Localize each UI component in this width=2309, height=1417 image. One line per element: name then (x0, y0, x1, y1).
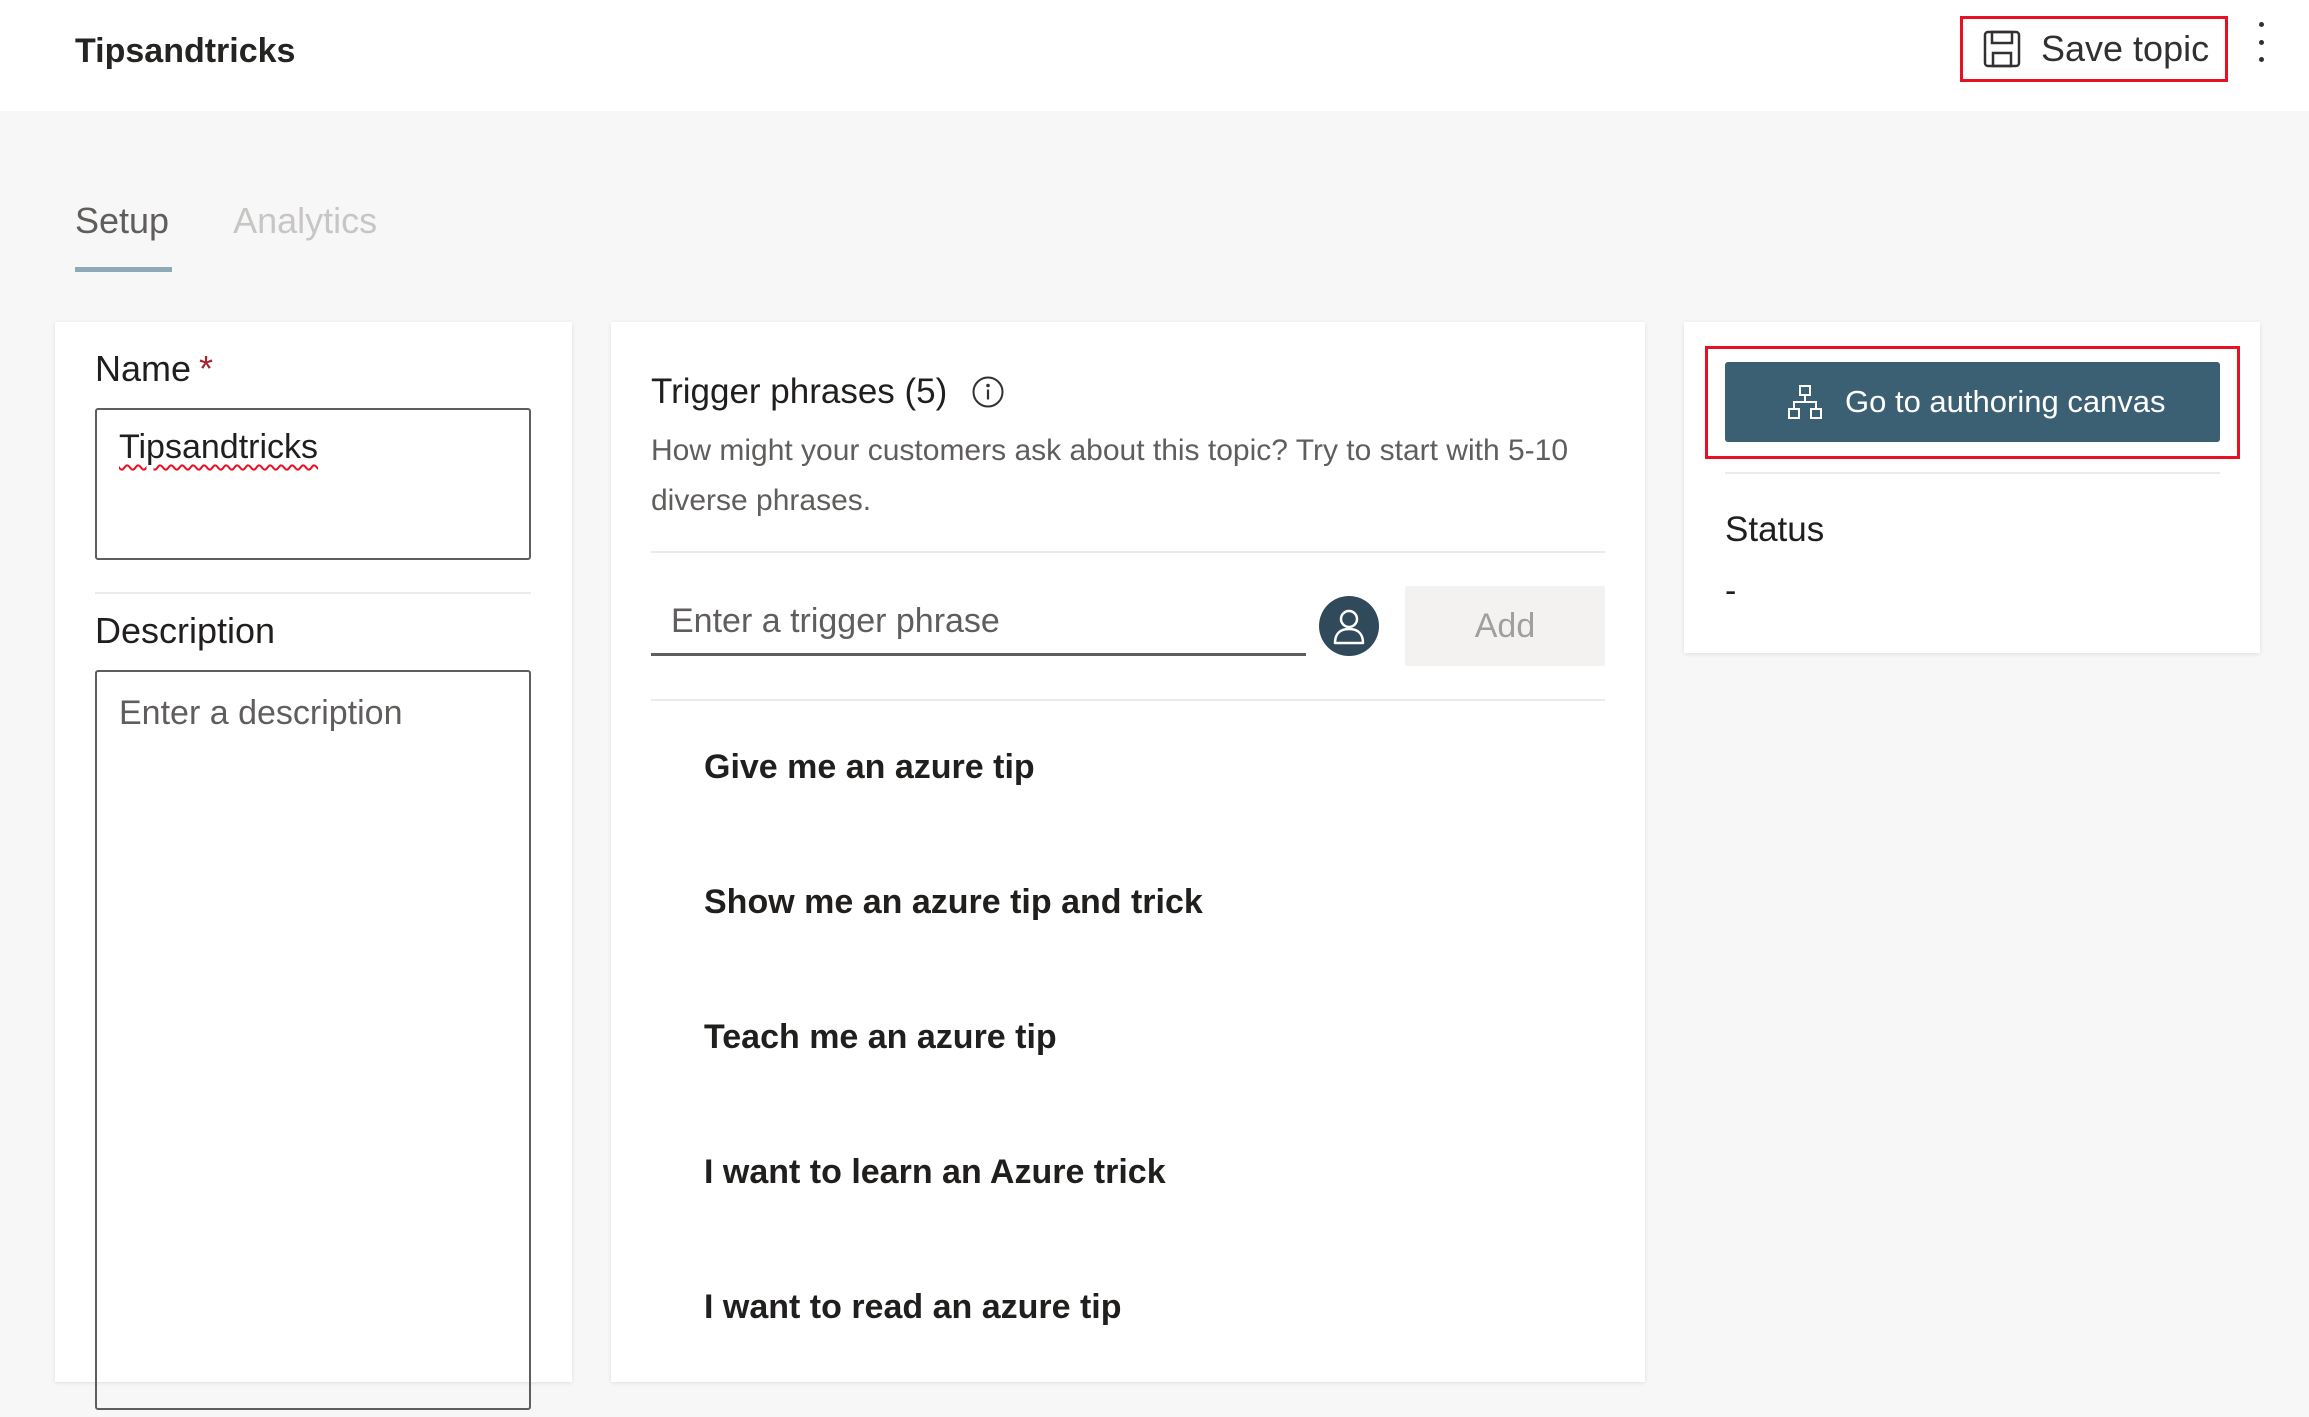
trigger-phrase-item[interactable]: I want to read an azure tip (704, 1282, 1203, 1417)
more-options-icon[interactable] (2250, 22, 2272, 62)
info-icon[interactable] (971, 375, 1005, 409)
top-bar: Tipsandtricks Save topic (0, 0, 2309, 111)
tab-analytics[interactable]: Analytics (233, 200, 377, 272)
topic-title: Tipsandtricks (75, 32, 296, 70)
description-placeholder: Enter a description (119, 694, 403, 732)
trigger-phrase-input[interactable] (651, 590, 1306, 656)
name-field[interactable]: Tipsandtricks (95, 408, 531, 560)
trigger-phrase-list: Give me an azure tip Show me an azure ti… (704, 742, 1203, 1417)
divider (95, 592, 531, 594)
user-avatar-icon[interactable] (1319, 596, 1379, 656)
required-marker: * (199, 348, 214, 389)
status-label: Status (1725, 510, 1825, 549)
topic-details-card: Name * Tipsandtricks Description Enter a … (55, 322, 572, 1410)
trigger-phrases-card: Trigger phrases (5) How might your custo… (611, 322, 1645, 1382)
trigger-phrase-item[interactable]: Teach me an azure tip (704, 1012, 1203, 1147)
go-to-authoring-canvas-button[interactable]: Go to authoring canvas (1725, 362, 2220, 442)
org-chart-icon (1788, 385, 1822, 419)
divider (651, 551, 1605, 553)
save-icon (1983, 30, 2021, 68)
trigger-phrase-item[interactable]: Show me an azure tip and trick (704, 877, 1203, 1012)
description-label: Description (95, 610, 276, 651)
trigger-phrases-header: Trigger phrases (5) (651, 372, 1005, 412)
name-label-text: Name (95, 348, 192, 389)
person-icon (1333, 609, 1365, 645)
tab-setup[interactable]: Setup (75, 200, 173, 272)
tab-bar: Setup Analytics (75, 200, 441, 272)
description-field[interactable]: Enter a description (95, 670, 531, 1410)
save-topic-label: Save topic (2041, 28, 2210, 69)
add-trigger-button[interactable]: Add (1405, 586, 1605, 666)
save-topic-button[interactable]: Save topic (1960, 16, 2228, 82)
divider (651, 699, 1605, 701)
go-to-authoring-canvas-label: Go to authoring canvas (1845, 384, 2166, 419)
trigger-phrase-item[interactable]: I want to learn an Azure trick (704, 1147, 1203, 1282)
trigger-phrases-title: Trigger phrases (5) (651, 372, 948, 411)
name-label: Name * (95, 348, 213, 390)
name-field-value: Tipsandtricks (119, 428, 319, 466)
status-value: - (1725, 572, 1737, 610)
topic-status-card: Go to authoring canvas Status - (1684, 322, 2260, 653)
trigger-phrases-help: How might your customers ask about this … (651, 434, 1569, 517)
divider (1725, 472, 2220, 474)
trigger-phrase-item[interactable]: Give me an azure tip (704, 742, 1203, 877)
